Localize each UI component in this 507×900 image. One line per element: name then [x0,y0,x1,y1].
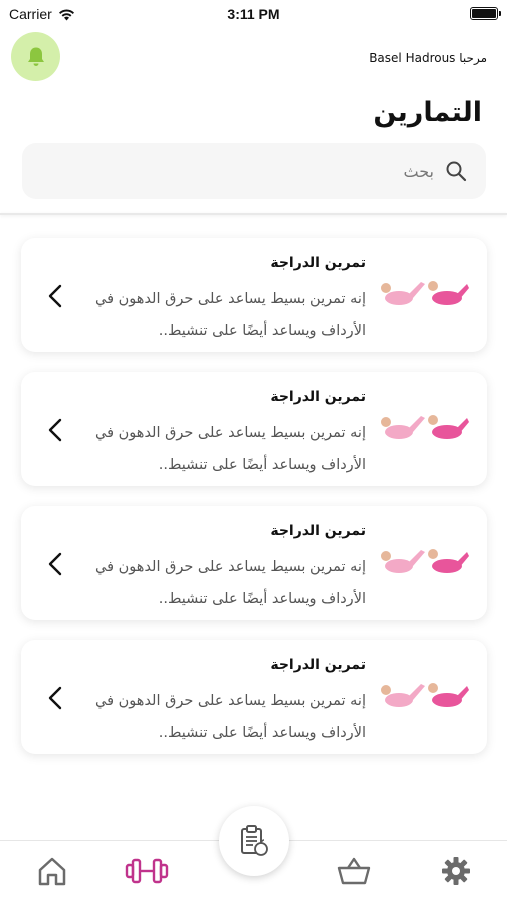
center-plan-button[interactable] [219,806,289,876]
exercise-thumbnail [381,549,469,573]
notifications-button[interactable] [11,32,60,81]
clipboard-apple-icon [241,825,268,856]
exercise-description: إنه تمرين بسيط يساعد على حرق الدهون في ا… [95,559,366,607]
chevron-left-icon[interactable] [44,416,66,444]
exercise-list: تمرين الدراجة إنه تمرين بسيط يساعد على ح… [21,238,487,774]
search-input[interactable] [74,161,434,181]
exercise-title: تمرين الدراجة [270,389,366,405]
chevron-left-icon[interactable] [44,684,66,712]
exercise-title: تمرين الدراجة [270,523,366,539]
greeting-text: مرحبا Basel Hadrous [369,51,487,65]
search-bar[interactable] [22,143,486,199]
search-icon[interactable] [444,159,468,183]
exercise-description: إنه تمرين بسيط يساعد على حرق الدهون في ا… [95,425,366,473]
settings-gear-icon [442,857,470,885]
bell-icon [27,47,44,66]
tab-exercises[interactable] [124,853,170,889]
basket-icon [337,857,371,885]
home-icon [38,857,66,886]
exercise-thumbnail [381,683,469,707]
exercise-description: إنه تمرين بسيط يساعد على حرق الدهون في ا… [95,291,366,339]
exercise-title: تمرين الدراجة [270,657,366,673]
status-time: 3:11 PM [227,6,280,22]
battery-icon [470,7,501,20]
tab-shop[interactable] [334,853,374,889]
chevron-left-icon[interactable] [44,282,66,310]
header-divider [0,213,507,215]
exercise-title: تمرين الدراجة [270,255,366,271]
exercise-card[interactable]: تمرين الدراجة إنه تمرين بسيط يساعد على ح… [21,640,487,754]
exercise-card[interactable]: تمرين الدراجة إنه تمرين بسيط يساعد على ح… [21,238,487,352]
exercise-card[interactable]: تمرين الدراجة إنه تمرين بسيط يساعد على ح… [21,506,487,620]
page-title: التمارين [373,97,482,128]
exercise-description: إنه تمرين بسيط يساعد على حرق الدهون في ا… [95,693,366,741]
exercise-card[interactable]: تمرين الدراجة إنه تمرين بسيط يساعد على ح… [21,372,487,486]
dumbbell-icon [125,858,169,884]
status-bar: Carrier 3:11 PM [0,0,507,30]
exercise-thumbnail [381,281,469,305]
tab-settings[interactable] [436,853,476,889]
tab-home[interactable] [32,853,72,889]
chevron-left-icon[interactable] [44,550,66,578]
exercise-thumbnail [381,415,469,439]
